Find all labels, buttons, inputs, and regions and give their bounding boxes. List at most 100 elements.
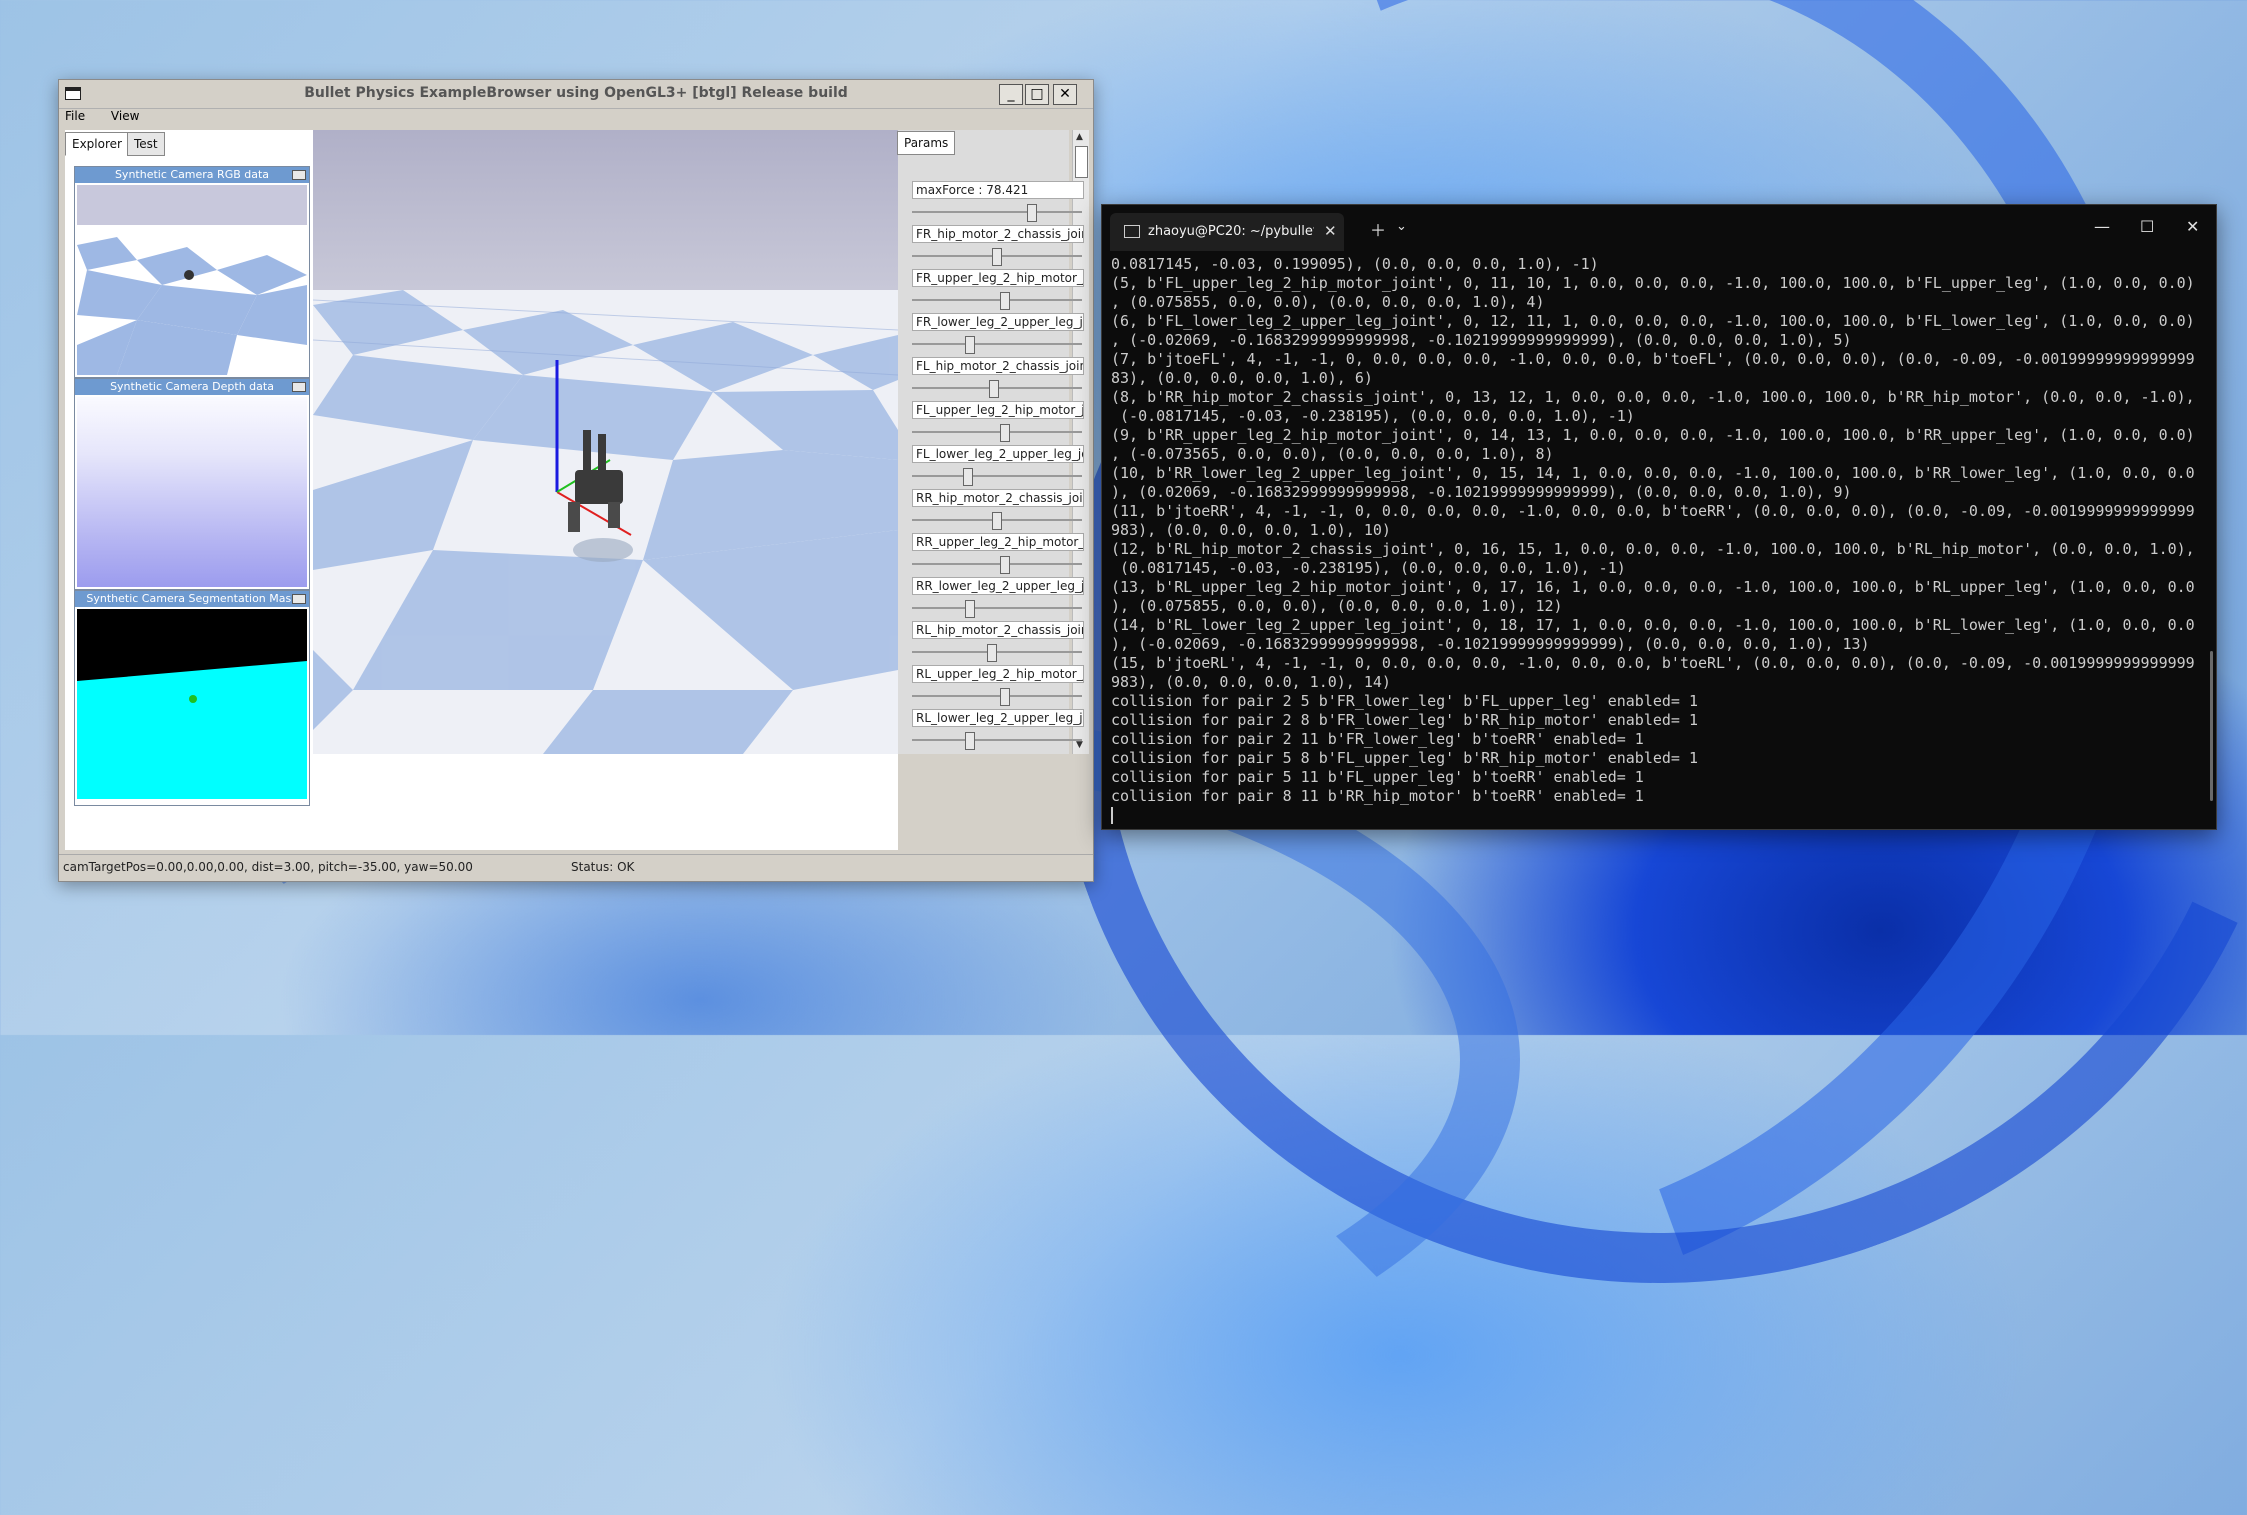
param-slider-thumb[interactable] bbox=[987, 644, 997, 662]
menu-file[interactable]: File bbox=[65, 109, 85, 123]
params-scrollbar[interactable]: ▲ ▼ bbox=[1072, 130, 1089, 754]
panel-toggle-icon[interactable] bbox=[292, 594, 306, 604]
terminal-line: ), (0.02069, -0.16832999999999998, -0.10… bbox=[1111, 483, 1852, 501]
status-ok: Status: OK bbox=[571, 860, 635, 874]
terminal-window: zhaoyu@PC20: ~/pybullet_robots ✕ ＋ ⌄ — ☐… bbox=[1101, 204, 2217, 830]
terminal-line: 0.0817145, -0.03, 0.199095), (0.0, 0.0, … bbox=[1111, 255, 1599, 273]
status-bar: camTargetPos=0.00,0.00,0.00, dist=3.00, … bbox=[59, 854, 1093, 879]
menu-bar: File View bbox=[65, 109, 161, 127]
depth-camera-title: Synthetic Camera Depth data bbox=[110, 380, 274, 393]
terminal-line: , (-0.02069, -0.16832999999999998, -0.10… bbox=[1111, 331, 1852, 349]
tab-explorer[interactable]: Explorer bbox=[65, 132, 129, 156]
segmentation-camera-header: Synthetic Camera Segmentation Mask bbox=[75, 591, 309, 607]
terminal-output[interactable]: 0.0817145, -0.03, 0.199095), (0.0, 0.0, … bbox=[1111, 255, 2211, 825]
depth-camera-image bbox=[77, 397, 307, 587]
param-slider-track[interactable] bbox=[912, 607, 1082, 609]
param-slider-thumb[interactable] bbox=[963, 468, 973, 486]
depth-camera-panel[interactable]: Synthetic Camera Depth data bbox=[74, 378, 310, 590]
scroll-down-icon[interactable]: ▼ bbox=[1076, 740, 1086, 750]
param-slider-track[interactable] bbox=[912, 299, 1082, 301]
param-slider-thumb[interactable] bbox=[965, 600, 975, 618]
param-label[interactable]: RL_upper_leg_2_hip_motor_joint : 0.2 bbox=[912, 665, 1084, 683]
tab-params[interactable]: Params bbox=[897, 131, 956, 155]
param-label[interactable]: FL_upper_leg_2_hip_motor_joint : 0.2 bbox=[912, 401, 1084, 419]
terminal-line: collision for pair 2 8 b'FR_lower_leg' b… bbox=[1111, 711, 1698, 729]
scroll-up-icon[interactable]: ▲ bbox=[1076, 132, 1086, 142]
param-slider-thumb[interactable] bbox=[965, 732, 975, 750]
window-title: Bullet Physics ExampleBrowser using Open… bbox=[304, 85, 848, 101]
menu-view[interactable]: View bbox=[111, 109, 139, 123]
param-slider-thumb[interactable] bbox=[992, 512, 1002, 530]
param-slider-track[interactable] bbox=[912, 739, 1082, 741]
rgb-camera-panel[interactable]: Synthetic Camera RGB data bbox=[74, 166, 310, 378]
terminal-line: collision for pair 5 11 b'FL_upper_leg' … bbox=[1111, 768, 1644, 786]
param-label[interactable]: maxForce : 78.421 bbox=[912, 181, 1084, 199]
param-slider-thumb[interactable] bbox=[1000, 556, 1010, 574]
tab-test[interactable]: Test bbox=[127, 132, 165, 156]
param-label[interactable]: RL_lower_leg_2_upper_leg_joint : -1 bbox=[912, 709, 1084, 727]
panel-toggle-icon[interactable] bbox=[292, 382, 306, 392]
param-label[interactable]: RR_hip_motor_2_chassis_joint : 0.041 bbox=[912, 489, 1084, 507]
minimize-button[interactable]: _ bbox=[999, 84, 1023, 105]
terminal-line: (12, b'RL_hip_motor_2_chassis_joint', 0,… bbox=[1111, 540, 2195, 558]
segmentation-camera-title: Synthetic Camera Segmentation Mask bbox=[86, 592, 298, 605]
close-icon[interactable]: ✕ bbox=[2186, 217, 2199, 236]
ground-plane-render bbox=[313, 130, 898, 754]
param-slider-track[interactable] bbox=[912, 475, 1082, 477]
close-tab-icon[interactable]: ✕ bbox=[1324, 222, 1337, 240]
terminal-icon bbox=[1124, 225, 1140, 238]
minimize-icon[interactable]: — bbox=[2094, 217, 2110, 236]
terminal-scrollbar[interactable] bbox=[2210, 651, 2213, 801]
3d-viewport[interactable] bbox=[313, 130, 898, 754]
param-slider-thumb[interactable] bbox=[992, 248, 1002, 266]
title-bar[interactable]: Bullet Physics ExampleBrowser using Open… bbox=[59, 80, 1093, 109]
terminal-line: (15, b'jtoeRL', 4, -1, -1, 0, 0.0, 0.0, … bbox=[1111, 654, 2195, 672]
scroll-thumb[interactable] bbox=[1075, 146, 1088, 178]
param-label[interactable]: RR_upper_leg_2_hip_motor_joint : 0.2 bbox=[912, 533, 1084, 551]
param-label[interactable]: RR_lower_leg_2_upper_leg_joint : -1 bbox=[912, 577, 1084, 595]
param-slider-track[interactable] bbox=[912, 695, 1082, 697]
viewport-bottom-area bbox=[313, 754, 898, 850]
maximize-button[interactable]: □ bbox=[1025, 84, 1049, 105]
param-slider-thumb[interactable] bbox=[1000, 424, 1010, 442]
rgb-camera-header: Synthetic Camera RGB data bbox=[75, 167, 309, 183]
terminal-line: ), (0.075855, 0.0, 0.0), (0.0, 0.0, 0.0,… bbox=[1111, 597, 1563, 615]
terminal-line: ), (-0.02069, -0.16832999999999998, -0.1… bbox=[1111, 635, 1870, 653]
depth-camera-header: Synthetic Camera Depth data bbox=[75, 379, 309, 395]
terminal-line: (13, b'RL_upper_leg_2_hip_motor_joint', … bbox=[1111, 578, 2195, 596]
terminal-line: (10, b'RR_lower_leg_2_upper_leg_joint', … bbox=[1111, 464, 2195, 482]
terminal-tab[interactable]: zhaoyu@PC20: ~/pybullet_robots ✕ bbox=[1110, 213, 1344, 251]
param-slider-thumb[interactable] bbox=[1000, 292, 1010, 310]
param-label[interactable]: FR_lower_leg_2_upper_leg_joint : -1 bbox=[912, 313, 1084, 331]
segmentation-camera-panel[interactable]: Synthetic Camera Segmentation Mask bbox=[74, 590, 310, 806]
param-label[interactable]: RL_hip_motor_2_chassis_joint : -0.05 bbox=[912, 621, 1084, 639]
param-slider-track[interactable] bbox=[912, 651, 1082, 653]
terminal-line: 83), (0.0, 0.0, 0.0, 1.0), 6) bbox=[1111, 369, 1373, 387]
camera-panels: Synthetic Camera RGB data Synthetic Came… bbox=[74, 166, 310, 806]
panel-toggle-icon[interactable] bbox=[292, 170, 306, 180]
chevron-down-icon[interactable]: ⌄ bbox=[1396, 219, 1407, 234]
close-button[interactable]: ✕ bbox=[1053, 84, 1077, 105]
camera-status: camTargetPos=0.00,0.00,0.00, dist=3.00, … bbox=[63, 860, 473, 874]
param-label[interactable]: FL_lower_leg_2_upper_leg_joint : -1.2 bbox=[912, 445, 1084, 463]
param-slider-track[interactable] bbox=[912, 211, 1082, 213]
bullet-window: Bullet Physics ExampleBrowser using Open… bbox=[58, 79, 1094, 882]
param-slider-track[interactable] bbox=[912, 431, 1082, 433]
param-slider-track[interactable] bbox=[912, 343, 1082, 345]
maximize-icon[interactable]: ☐ bbox=[2140, 217, 2154, 236]
new-tab-icon[interactable]: ＋ bbox=[1370, 217, 1386, 241]
param-label[interactable]: FR_upper_leg_2_hip_motor_joint : 0.2 bbox=[912, 269, 1084, 287]
terminal-line: (5, b'FL_upper_leg_2_hip_motor_joint', 0… bbox=[1111, 274, 2195, 292]
param-label[interactable]: FR_hip_motor_2_chassis_joint : 0.033 bbox=[912, 225, 1084, 243]
param-label[interactable]: FL_hip_motor_2_chassis_joint : -0.03 bbox=[912, 357, 1084, 375]
terminal-line: (-0.0817145, -0.03, -0.238195), (0.0, 0.… bbox=[1111, 407, 1635, 425]
param-slider-thumb[interactable] bbox=[965, 336, 975, 354]
terminal-line: collision for pair 2 5 b'FR_lower_leg' b… bbox=[1111, 692, 1698, 710]
terminal-line: , (0.075855, 0.0, 0.0), (0.0, 0.0, 0.0, … bbox=[1111, 293, 1545, 311]
param-slider-thumb[interactable] bbox=[989, 380, 999, 398]
param-slider-track[interactable] bbox=[912, 563, 1082, 565]
terminal-line: (11, b'jtoeRR', 4, -1, -1, 0, 0.0, 0.0, … bbox=[1111, 502, 2195, 520]
param-slider-thumb[interactable] bbox=[1027, 204, 1037, 222]
terminal-line: (8, b'RR_hip_motor_2_chassis_joint', 0, … bbox=[1111, 388, 2195, 406]
param-slider-thumb[interactable] bbox=[1000, 688, 1010, 706]
